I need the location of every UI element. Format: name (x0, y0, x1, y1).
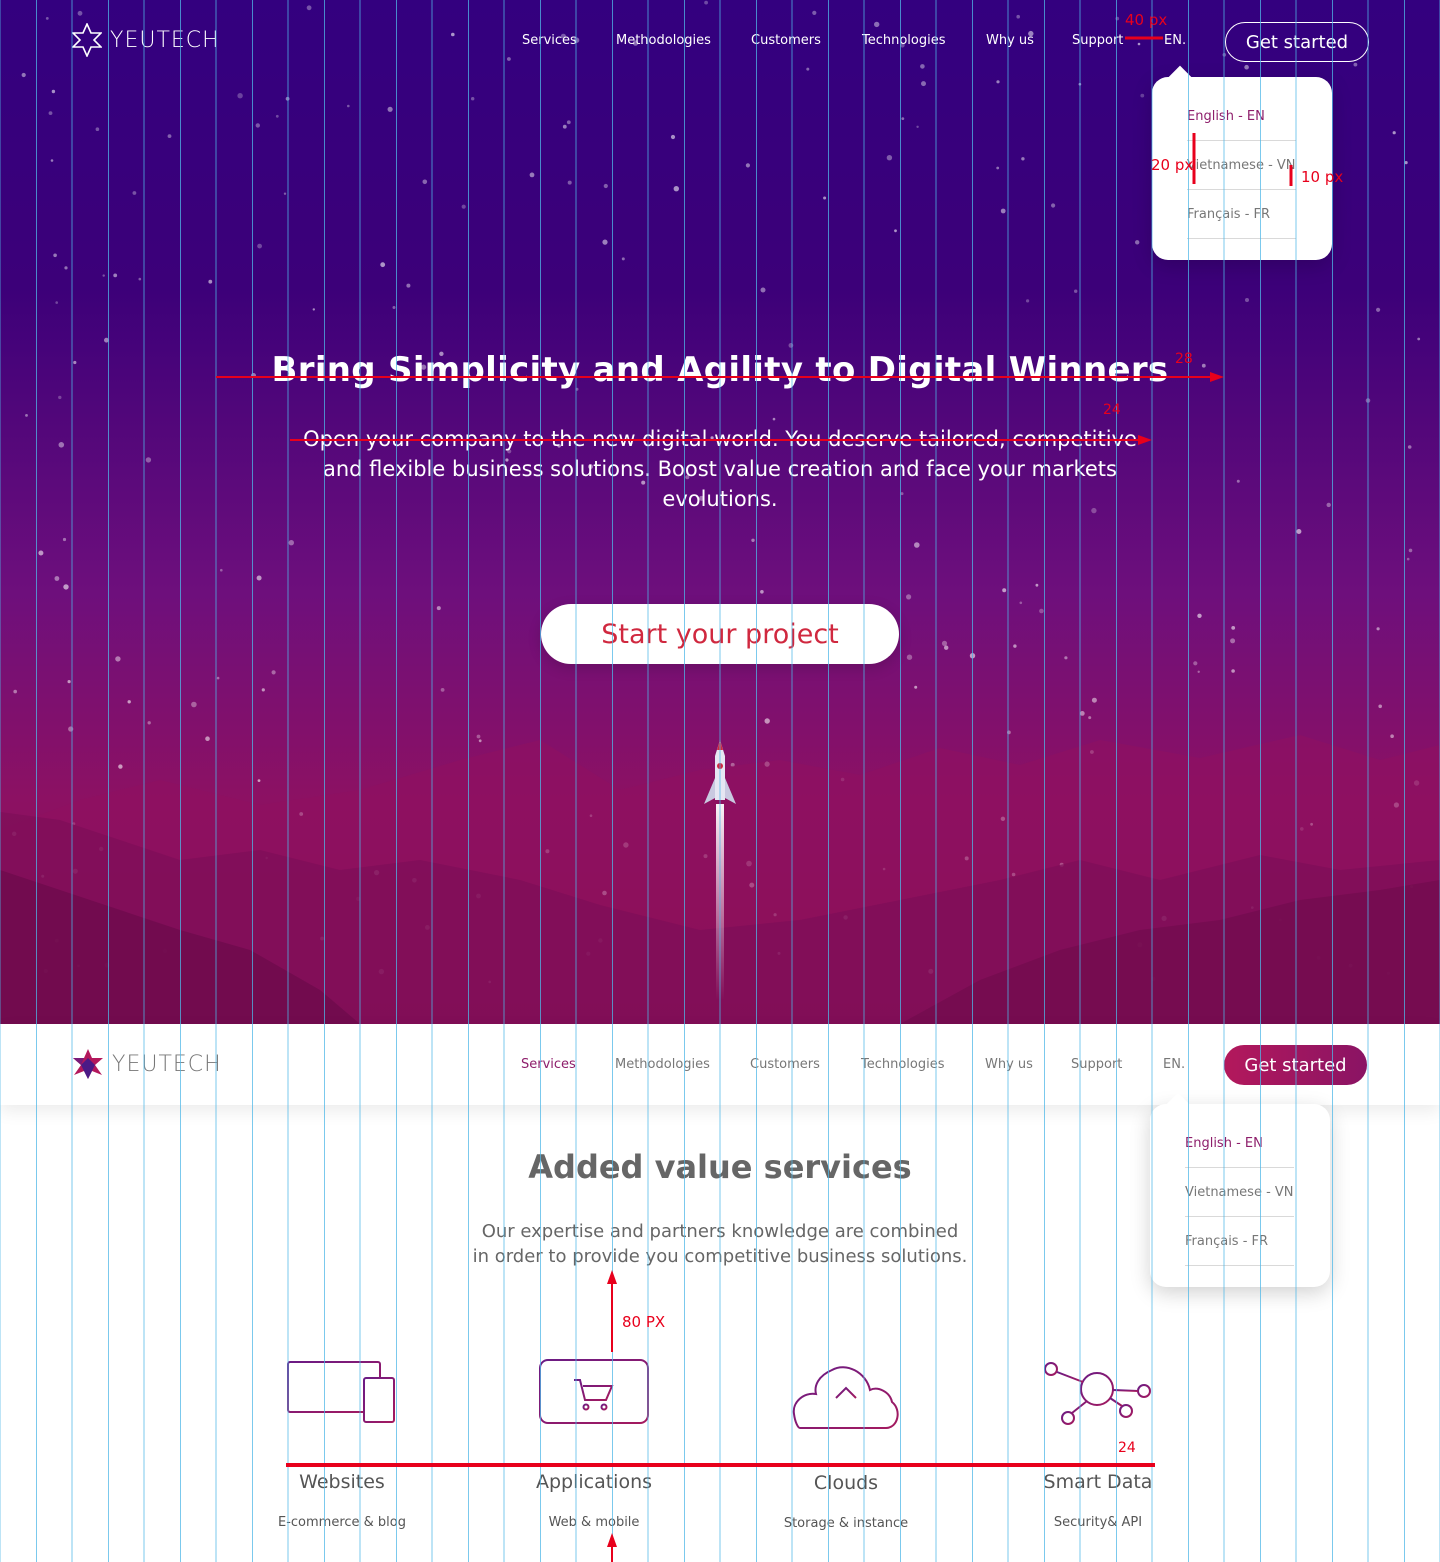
service-desc: E-commerce & blog (277, 1515, 406, 1530)
service-desc: Storage & instance (783, 1516, 909, 1531)
services-subtitle-line: Our expertise and partners knowledge are… (481, 1221, 959, 1242)
language-option-fr[interactable]: Français - FR (1187, 190, 1296, 239)
nav-customers[interactable]: Customers (751, 33, 821, 48)
start-project-button[interactable]: Start your project (541, 604, 899, 664)
language-toggle[interactable]: EN. (1164, 33, 1186, 48)
cart-browser-icon (539, 1359, 649, 1424)
nav-technologies[interactable]: Technologies (862, 33, 946, 48)
desktop-mobile-icon (287, 1361, 395, 1423)
rocket-icon (704, 740, 736, 1000)
arrow-head (607, 1533, 617, 1547)
nav-methodologies[interactable]: Methodologies (616, 33, 711, 48)
nav-technologies[interactable]: Technologies (861, 1057, 945, 1072)
language-menu: English - EN Vietnamese - VN Français - … (1152, 77, 1332, 260)
nav-support[interactable]: Support (1072, 33, 1123, 48)
service-name: Applications (535, 1471, 653, 1493)
services-subtitle-line: in order to provide you competitive busi… (472, 1246, 968, 1267)
service-name: Clouds (813, 1472, 879, 1494)
sticky-header: YEUTECH Services Methodologies Customers… (0, 1024, 1440, 1105)
nav-services-active[interactable]: Services (521, 1057, 576, 1072)
cloud-upload-icon (792, 1366, 899, 1429)
get-started-button[interactable]: Get started (1225, 22, 1369, 62)
nav-why-us[interactable]: Why us (986, 33, 1034, 48)
get-started-button[interactable]: Get started (1224, 1045, 1367, 1085)
logo-sticky[interactable]: YEUTECH (72, 1048, 222, 1080)
logo[interactable]: YEUTECH (72, 23, 220, 57)
service-name: Websites (299, 1471, 385, 1493)
annotation-label: 80 PX (622, 1313, 666, 1331)
network-nodes-icon (1044, 1362, 1151, 1425)
language-option-en[interactable]: English - EN (1187, 92, 1296, 141)
services-title: Added value services (528, 1148, 912, 1186)
star-logo-icon (73, 1049, 103, 1079)
service-name: Smart Data (1043, 1471, 1153, 1493)
hero-title: Bring Simplicity and Agility to Digital … (271, 350, 1169, 390)
annotation-label: 24 (1118, 1440, 1136, 1456)
service-desc: Web & mobile (548, 1515, 640, 1530)
nav-customers[interactable]: Customers (750, 1057, 820, 1072)
nav-why-us[interactable]: Why us (985, 1057, 1033, 1072)
language-option-vn[interactable]: Vietnamese - VN (1187, 141, 1296, 190)
brand-name: YEUTECH (112, 1051, 222, 1077)
language-option-fr[interactable]: Français - FR (1185, 1217, 1294, 1266)
language-menu: English - EN Vietnamese - VN Français - … (1150, 1104, 1330, 1287)
arrow-head (607, 1270, 617, 1284)
nav-services[interactable]: Services (522, 33, 577, 48)
language-toggle[interactable]: EN. (1163, 1057, 1185, 1072)
hero-subtitle: Open your company to the new digital wor… (303, 427, 1137, 511)
nav-support[interactable]: Support (1071, 1057, 1122, 1072)
service-desc: Security& API (1053, 1515, 1143, 1530)
brand-name: YEUTECH (110, 27, 220, 53)
star-logo-icon (72, 23, 102, 57)
nav-methodologies[interactable]: Methodologies (615, 1057, 710, 1072)
services-subtitle: Our expertise and partners knowledge are… (420, 1219, 1020, 1269)
